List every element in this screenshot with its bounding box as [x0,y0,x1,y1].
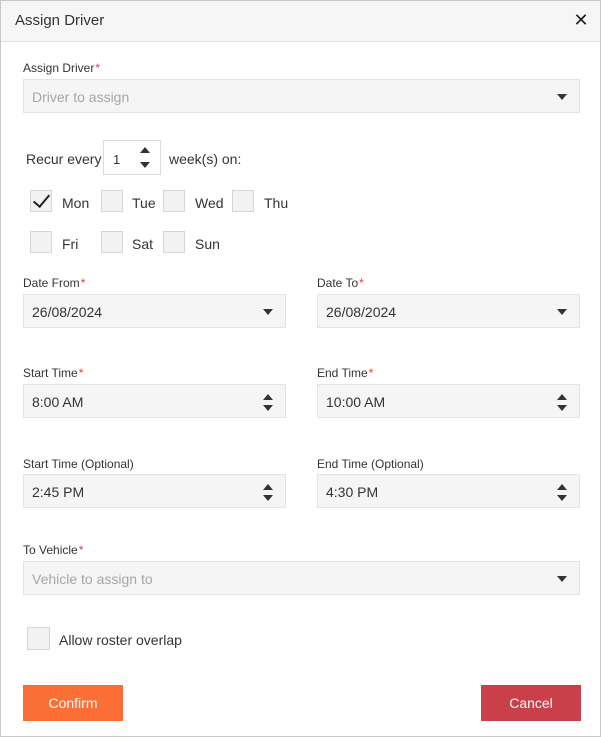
recur-weeks-stepper[interactable]: 1 [103,140,161,175]
date-to-value: 26/08/2024 [326,304,397,320]
day-label-tue: Tue [132,195,156,211]
assign-driver-dialog: Assign Driver ✕ Assign Driver* Driver to… [0,0,601,737]
chevron-down-icon[interactable] [557,576,567,582]
decrement-icon[interactable] [263,495,273,501]
decrement-icon[interactable] [557,495,567,501]
assign-driver-placeholder: Driver to assign [32,89,130,105]
increment-icon[interactable] [140,147,150,153]
weeks-on-label: week(s) on: [169,151,242,167]
start-time-optional-value: 2:45 PM [32,484,85,500]
cancel-button[interactable]: Cancel [481,685,581,721]
to-vehicle-label: To Vehicle* [23,543,84,557]
increment-icon[interactable] [557,484,567,490]
decrement-icon[interactable] [140,162,150,168]
assign-driver-dropdown[interactable]: Driver to assign [23,79,580,113]
start-time-spinner[interactable]: 8:00 AM [23,384,286,418]
allow-roster-overlap-label: Allow roster overlap [59,632,182,648]
end-time-optional-value: 4:30 PM [326,484,379,500]
increment-icon[interactable] [557,394,567,400]
date-from-picker[interactable]: 26/08/2024 [23,294,286,328]
date-to-label: Date To* [317,276,364,290]
end-time-value: 10:00 AM [326,394,386,410]
day-label-fri: Fri [62,236,79,252]
decrement-icon[interactable] [263,405,273,411]
date-from-value: 26/08/2024 [32,304,103,320]
confirm-button[interactable]: Confirm [23,685,123,721]
start-time-optional-spinner[interactable]: 2:45 PM [23,474,286,508]
increment-icon[interactable] [263,394,273,400]
end-time-label: End Time* [317,366,374,380]
day-checkbox-mon[interactable] [30,189,52,212]
increment-icon[interactable] [263,484,273,490]
day-label-mon: Mon [62,195,90,211]
recur-weeks-value[interactable]: 1 [113,152,120,167]
assign-driver-label: Assign Driver* [23,61,101,75]
day-label-wed: Wed [195,195,224,211]
start-time-value: 8:00 AM [32,394,84,410]
decrement-icon[interactable] [557,405,567,411]
start-time-optional-label: Start Time (Optional) [23,457,134,471]
day-checkbox-sat[interactable] [101,231,123,253]
date-from-label: Date From* [23,276,86,290]
recur-every-label: Recur every [26,151,102,167]
day-label-thu: Thu [264,195,289,211]
end-time-optional-spinner[interactable]: 4:30 PM [317,474,580,508]
to-vehicle-dropdown[interactable]: Vehicle to assign to [23,561,580,595]
checkmark-icon [32,189,51,209]
close-icon[interactable]: ✕ [572,11,590,29]
dialog-title: Assign Driver [15,12,105,29]
start-time-label: Start Time* [23,366,84,380]
day-checkbox-thu[interactable] [232,190,254,212]
day-checkbox-fri[interactable] [30,231,52,253]
day-checkbox-wed[interactable] [163,190,185,212]
dialog-titlebar: Assign Driver ✕ [1,1,600,42]
chevron-down-icon[interactable] [557,309,567,315]
end-time-optional-label: End Time (Optional) [317,457,424,471]
date-to-picker[interactable]: 26/08/2024 [317,294,580,328]
chevron-down-icon[interactable] [263,309,273,315]
end-time-spinner[interactable]: 10:00 AM [317,384,580,418]
day-checkbox-tue[interactable] [101,190,123,212]
day-label-sat: Sat [132,236,154,252]
chevron-down-icon[interactable] [557,94,567,100]
to-vehicle-placeholder: Vehicle to assign to [32,571,153,587]
allow-roster-overlap-checkbox[interactable] [27,627,50,650]
day-label-sun: Sun [195,236,220,252]
day-checkbox-sun[interactable] [163,231,185,253]
